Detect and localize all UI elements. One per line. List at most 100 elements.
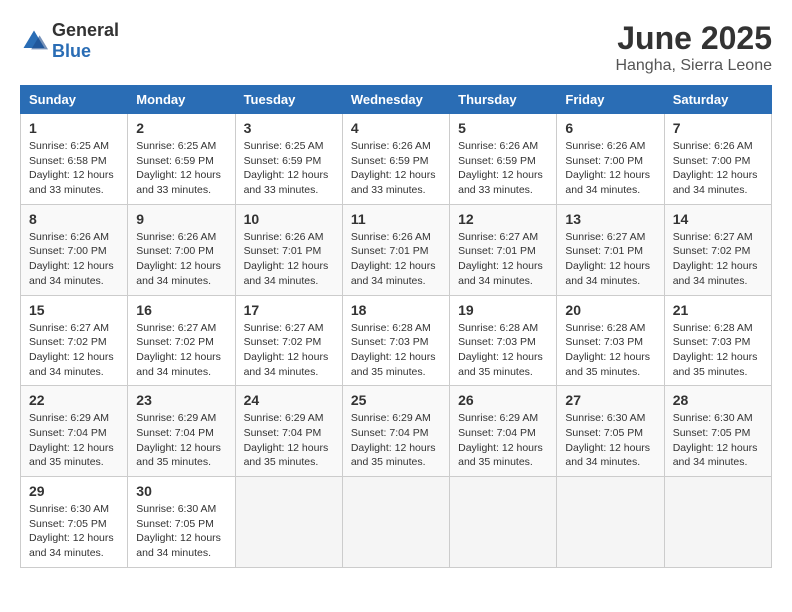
calendar-header-row: SundayMondayTuesdayWednesdayThursdayFrid…: [21, 86, 772, 114]
day-info: Sunrise: 6:28 AM Sunset: 7:03 PM Dayligh…: [673, 321, 763, 380]
week-row-4: 22 Sunrise: 6:29 AM Sunset: 7:04 PM Dayl…: [21, 386, 772, 477]
calendar-cell: 25 Sunrise: 6:29 AM Sunset: 7:04 PM Dayl…: [342, 386, 449, 477]
header-friday: Friday: [557, 86, 664, 114]
week-row-3: 15 Sunrise: 6:27 AM Sunset: 7:02 PM Dayl…: [21, 295, 772, 386]
day-number: 15: [29, 302, 119, 318]
calendar-cell: [557, 477, 664, 568]
day-info: Sunrise: 6:26 AM Sunset: 7:01 PM Dayligh…: [244, 230, 334, 289]
header-tuesday: Tuesday: [235, 86, 342, 114]
day-number: 23: [136, 392, 226, 408]
day-number: 29: [29, 483, 119, 499]
day-number: 18: [351, 302, 441, 318]
calendar-cell: 19 Sunrise: 6:28 AM Sunset: 7:03 PM Dayl…: [450, 295, 557, 386]
logo-icon: [20, 27, 48, 55]
calendar-cell: 7 Sunrise: 6:26 AM Sunset: 7:00 PM Dayli…: [664, 114, 771, 205]
header-wednesday: Wednesday: [342, 86, 449, 114]
calendar-cell: 28 Sunrise: 6:30 AM Sunset: 7:05 PM Dayl…: [664, 386, 771, 477]
day-number: 12: [458, 211, 548, 227]
day-number: 16: [136, 302, 226, 318]
day-number: 14: [673, 211, 763, 227]
day-info: Sunrise: 6:28 AM Sunset: 7:03 PM Dayligh…: [458, 321, 548, 380]
day-number: 20: [565, 302, 655, 318]
day-number: 21: [673, 302, 763, 318]
calendar-cell: 14 Sunrise: 6:27 AM Sunset: 7:02 PM Dayl…: [664, 204, 771, 295]
day-info: Sunrise: 6:26 AM Sunset: 7:00 PM Dayligh…: [29, 230, 119, 289]
day-info: Sunrise: 6:29 AM Sunset: 7:04 PM Dayligh…: [29, 411, 119, 470]
day-number: 3: [244, 120, 334, 136]
calendar-cell: 15 Sunrise: 6:27 AM Sunset: 7:02 PM Dayl…: [21, 295, 128, 386]
calendar-cell: 12 Sunrise: 6:27 AM Sunset: 7:01 PM Dayl…: [450, 204, 557, 295]
calendar-cell: 21 Sunrise: 6:28 AM Sunset: 7:03 PM Dayl…: [664, 295, 771, 386]
day-info: Sunrise: 6:27 AM Sunset: 7:01 PM Dayligh…: [458, 230, 548, 289]
day-info: Sunrise: 6:29 AM Sunset: 7:04 PM Dayligh…: [136, 411, 226, 470]
day-number: 1: [29, 120, 119, 136]
week-row-2: 8 Sunrise: 6:26 AM Sunset: 7:00 PM Dayli…: [21, 204, 772, 295]
header-sunday: Sunday: [21, 86, 128, 114]
week-row-1: 1 Sunrise: 6:25 AM Sunset: 6:58 PM Dayli…: [21, 114, 772, 205]
day-info: Sunrise: 6:26 AM Sunset: 6:59 PM Dayligh…: [458, 139, 548, 198]
day-info: Sunrise: 6:26 AM Sunset: 7:01 PM Dayligh…: [351, 230, 441, 289]
day-info: Sunrise: 6:27 AM Sunset: 7:01 PM Dayligh…: [565, 230, 655, 289]
day-number: 30: [136, 483, 226, 499]
logo-blue: Blue: [52, 41, 91, 61]
location-title: Hangha, Sierra Leone: [615, 57, 772, 75]
calendar-cell: 3 Sunrise: 6:25 AM Sunset: 6:59 PM Dayli…: [235, 114, 342, 205]
day-info: Sunrise: 6:28 AM Sunset: 7:03 PM Dayligh…: [565, 321, 655, 380]
day-number: 7: [673, 120, 763, 136]
calendar-cell: 11 Sunrise: 6:26 AM Sunset: 7:01 PM Dayl…: [342, 204, 449, 295]
day-number: 13: [565, 211, 655, 227]
calendar-cell: 10 Sunrise: 6:26 AM Sunset: 7:01 PM Dayl…: [235, 204, 342, 295]
calendar-cell: 2 Sunrise: 6:25 AM Sunset: 6:59 PM Dayli…: [128, 114, 235, 205]
day-number: 17: [244, 302, 334, 318]
calendar-table: SundayMondayTuesdayWednesdayThursdayFrid…: [20, 85, 772, 568]
calendar-cell: 26 Sunrise: 6:29 AM Sunset: 7:04 PM Dayl…: [450, 386, 557, 477]
day-number: 11: [351, 211, 441, 227]
day-number: 10: [244, 211, 334, 227]
calendar-cell: 27 Sunrise: 6:30 AM Sunset: 7:05 PM Dayl…: [557, 386, 664, 477]
day-number: 28: [673, 392, 763, 408]
day-number: 9: [136, 211, 226, 227]
day-info: Sunrise: 6:30 AM Sunset: 7:05 PM Dayligh…: [136, 502, 226, 561]
day-number: 22: [29, 392, 119, 408]
day-number: 5: [458, 120, 548, 136]
day-info: Sunrise: 6:25 AM Sunset: 6:59 PM Dayligh…: [244, 139, 334, 198]
day-number: 4: [351, 120, 441, 136]
day-number: 8: [29, 211, 119, 227]
header-monday: Monday: [128, 86, 235, 114]
calendar-cell: 22 Sunrise: 6:29 AM Sunset: 7:04 PM Dayl…: [21, 386, 128, 477]
day-info: Sunrise: 6:27 AM Sunset: 7:02 PM Dayligh…: [29, 321, 119, 380]
day-number: 2: [136, 120, 226, 136]
calendar-cell: 6 Sunrise: 6:26 AM Sunset: 7:00 PM Dayli…: [557, 114, 664, 205]
calendar-cell: 13 Sunrise: 6:27 AM Sunset: 7:01 PM Dayl…: [557, 204, 664, 295]
logo: General Blue: [20, 20, 119, 62]
day-info: Sunrise: 6:25 AM Sunset: 6:58 PM Dayligh…: [29, 139, 119, 198]
month-title: June 2025: [615, 20, 772, 57]
calendar-cell: [342, 477, 449, 568]
calendar-cell: 9 Sunrise: 6:26 AM Sunset: 7:00 PM Dayli…: [128, 204, 235, 295]
day-info: Sunrise: 6:25 AM Sunset: 6:59 PM Dayligh…: [136, 139, 226, 198]
logo-general: General: [52, 20, 119, 40]
day-number: 24: [244, 392, 334, 408]
day-info: Sunrise: 6:30 AM Sunset: 7:05 PM Dayligh…: [29, 502, 119, 561]
calendar-cell: [450, 477, 557, 568]
title-area: June 2025 Hangha, Sierra Leone: [615, 20, 772, 75]
calendar-cell: 16 Sunrise: 6:27 AM Sunset: 7:02 PM Dayl…: [128, 295, 235, 386]
week-row-5: 29 Sunrise: 6:30 AM Sunset: 7:05 PM Dayl…: [21, 477, 772, 568]
day-info: Sunrise: 6:27 AM Sunset: 7:02 PM Dayligh…: [244, 321, 334, 380]
calendar-cell: 18 Sunrise: 6:28 AM Sunset: 7:03 PM Dayl…: [342, 295, 449, 386]
header-saturday: Saturday: [664, 86, 771, 114]
day-info: Sunrise: 6:29 AM Sunset: 7:04 PM Dayligh…: [244, 411, 334, 470]
calendar-cell: [235, 477, 342, 568]
day-info: Sunrise: 6:30 AM Sunset: 7:05 PM Dayligh…: [565, 411, 655, 470]
header-thursday: Thursday: [450, 86, 557, 114]
day-info: Sunrise: 6:27 AM Sunset: 7:02 PM Dayligh…: [673, 230, 763, 289]
day-info: Sunrise: 6:26 AM Sunset: 7:00 PM Dayligh…: [565, 139, 655, 198]
day-info: Sunrise: 6:26 AM Sunset: 6:59 PM Dayligh…: [351, 139, 441, 198]
calendar-cell: 20 Sunrise: 6:28 AM Sunset: 7:03 PM Dayl…: [557, 295, 664, 386]
calendar-cell: [664, 477, 771, 568]
calendar-cell: 17 Sunrise: 6:27 AM Sunset: 7:02 PM Dayl…: [235, 295, 342, 386]
day-info: Sunrise: 6:29 AM Sunset: 7:04 PM Dayligh…: [351, 411, 441, 470]
day-number: 19: [458, 302, 548, 318]
day-info: Sunrise: 6:29 AM Sunset: 7:04 PM Dayligh…: [458, 411, 548, 470]
calendar-cell: 29 Sunrise: 6:30 AM Sunset: 7:05 PM Dayl…: [21, 477, 128, 568]
